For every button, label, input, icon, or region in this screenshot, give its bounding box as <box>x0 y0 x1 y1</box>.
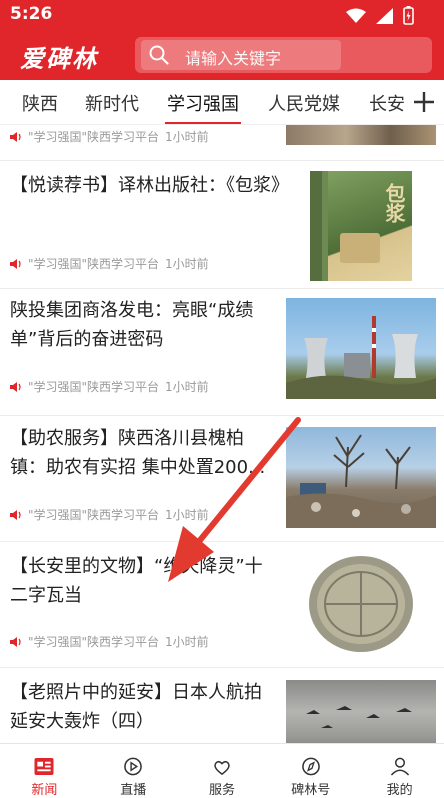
user-icon <box>390 757 409 776</box>
app-logo: 爱碑林 <box>20 44 98 73</box>
item-meta: "学习强国"陕西学习平台 1小时前 <box>10 128 209 145</box>
item-title: 【长安里的文物】“维天降灵”十二字瓦当 <box>10 556 263 606</box>
item-title: 陕投集团商洛发电：亮眼“成绩单”背后的奋进密码 <box>10 300 254 350</box>
item-source: "学习强国"陕西学习平台 <box>28 130 160 144</box>
wifi-icon <box>346 8 366 23</box>
bottom-navigation: 新闻 直播 服务 碑林号 我的 <box>0 743 444 798</box>
item-title: 【悦读荐书】译林出版社：《包浆》 <box>10 175 289 196</box>
item-source: "学习强国"陕西学习平台 <box>28 635 160 649</box>
thumbnail-image <box>286 125 436 145</box>
farm-scene-image <box>286 427 436 528</box>
news-feed: "学习强国"陕西学习平台 1小时前 【悦读荐书】译林出版社：《包浆》 "学习强国… <box>0 125 444 743</box>
nav-label: 直播 <box>120 783 147 798</box>
nav-label: 碑林号 <box>291 783 331 798</box>
tab-shaanxi[interactable]: 陕西 <box>22 90 58 116</box>
item-source: "学习强国"陕西学习平台 <box>28 380 160 394</box>
book-cover-title: 包浆 <box>382 183 406 223</box>
item-meta: "学习强国"陕西学习平台 1小时前 <box>10 255 209 272</box>
tab-xuexi-qiangguo[interactable]: 学习强国 <box>165 90 241 124</box>
plus-icon <box>414 92 434 112</box>
list-item[interactable]: 【悦读荐书】译林出版社：《包浆》 "学习强国"陕西学习平台 1小时前 包浆 <box>0 161 444 289</box>
app-header: 爱碑林 请输入关键字 <box>0 30 444 80</box>
play-icon <box>124 757 143 776</box>
battery-icon <box>403 6 414 25</box>
add-tab-button[interactable] <box>410 86 438 116</box>
speaker-icon <box>10 509 21 520</box>
nav-profile[interactable]: 我的 <box>355 744 444 798</box>
service-icon <box>214 760 230 776</box>
nav-beilinhao[interactable]: 碑林号 <box>266 744 355 798</box>
news-icon <box>34 757 54 776</box>
item-time: 1小时前 <box>165 635 209 649</box>
list-item[interactable]: "学习强国"陕西学习平台 1小时前 <box>0 125 444 161</box>
nav-label: 新闻 <box>31 783 58 798</box>
nav-live[interactable]: 直播 <box>89 744 178 798</box>
nav-news[interactable]: 新闻 <box>0 744 89 798</box>
nav-label: 服务 <box>208 783 235 798</box>
list-item[interactable]: 【老照片中的延安】日本人航拍延安大轰炸（四） <box>0 668 444 743</box>
search-icon <box>149 45 169 65</box>
item-meta: "学习强国"陕西学习平台 1小时前 <box>10 633 209 650</box>
list-item[interactable]: 【助农服务】陕西洛川县槐柏镇：助农有实招 集中处置200... "学习强国"陕西… <box>0 416 444 542</box>
list-item[interactable]: 【长安里的文物】“维天降灵”十二字瓦当 "学习强国"陕西学习平台 1小时前 <box>0 542 444 668</box>
item-time: 1小时前 <box>165 508 209 522</box>
item-time: 1小时前 <box>165 257 209 271</box>
roof-tile-artifact <box>309 556 413 652</box>
power-plant-scene <box>286 316 436 399</box>
status-icons <box>346 6 414 25</box>
book-cover-image: 包浆 <box>310 171 412 281</box>
speaker-icon <box>10 131 21 142</box>
power-plant-image <box>286 298 436 399</box>
search-bar[interactable]: 请输入关键字 <box>135 37 432 73</box>
aerial-photo-image <box>286 680 436 743</box>
roof-tile-image <box>286 552 436 653</box>
compass-icon <box>301 757 320 776</box>
tab-changan[interactable]: 长安 <box>369 90 405 116</box>
tab-party-media[interactable]: 人民党媒 <box>268 90 340 116</box>
status-time: 5:26 <box>10 4 53 24</box>
speaker-icon <box>10 636 21 647</box>
nav-service[interactable]: 服务 <box>178 744 267 798</box>
item-source: "学习强国"陕西学习平台 <box>28 257 160 271</box>
planes-scene <box>306 706 412 728</box>
tree-scene <box>286 434 436 528</box>
speaker-icon <box>10 381 21 392</box>
item-title: 【老照片中的延安】日本人航拍延安大轰炸（四） <box>10 682 262 732</box>
item-meta: "学习强国"陕西学习平台 1小时前 <box>10 378 209 395</box>
status-bar: 5:26 <box>0 0 444 30</box>
speaker-icon <box>10 258 21 269</box>
list-item[interactable]: 陕投集团商洛发电：亮眼“成绩单”背后的奋进密码 "学习强国"陕西学习平台 1小时… <box>0 289 444 416</box>
nav-label: 我的 <box>386 783 413 798</box>
item-meta: "学习强国"陕西学习平台 1小时前 <box>10 506 209 523</box>
tab-new-era[interactable]: 新时代 <box>85 90 139 116</box>
search-placeholder[interactable]: 请输入关键字 <box>185 45 281 69</box>
category-tabs: 陕西 新时代 学习强国 人民党媒 长安 <box>0 80 444 125</box>
signal-icon <box>376 7 393 24</box>
item-time: 1小时前 <box>165 380 209 394</box>
item-time: 1小时前 <box>165 130 209 144</box>
item-source: "学习强国"陕西学习平台 <box>28 508 160 522</box>
item-title: 【助农服务】陕西洛川县槐柏镇：助农有实招 集中处置200... <box>10 428 266 478</box>
